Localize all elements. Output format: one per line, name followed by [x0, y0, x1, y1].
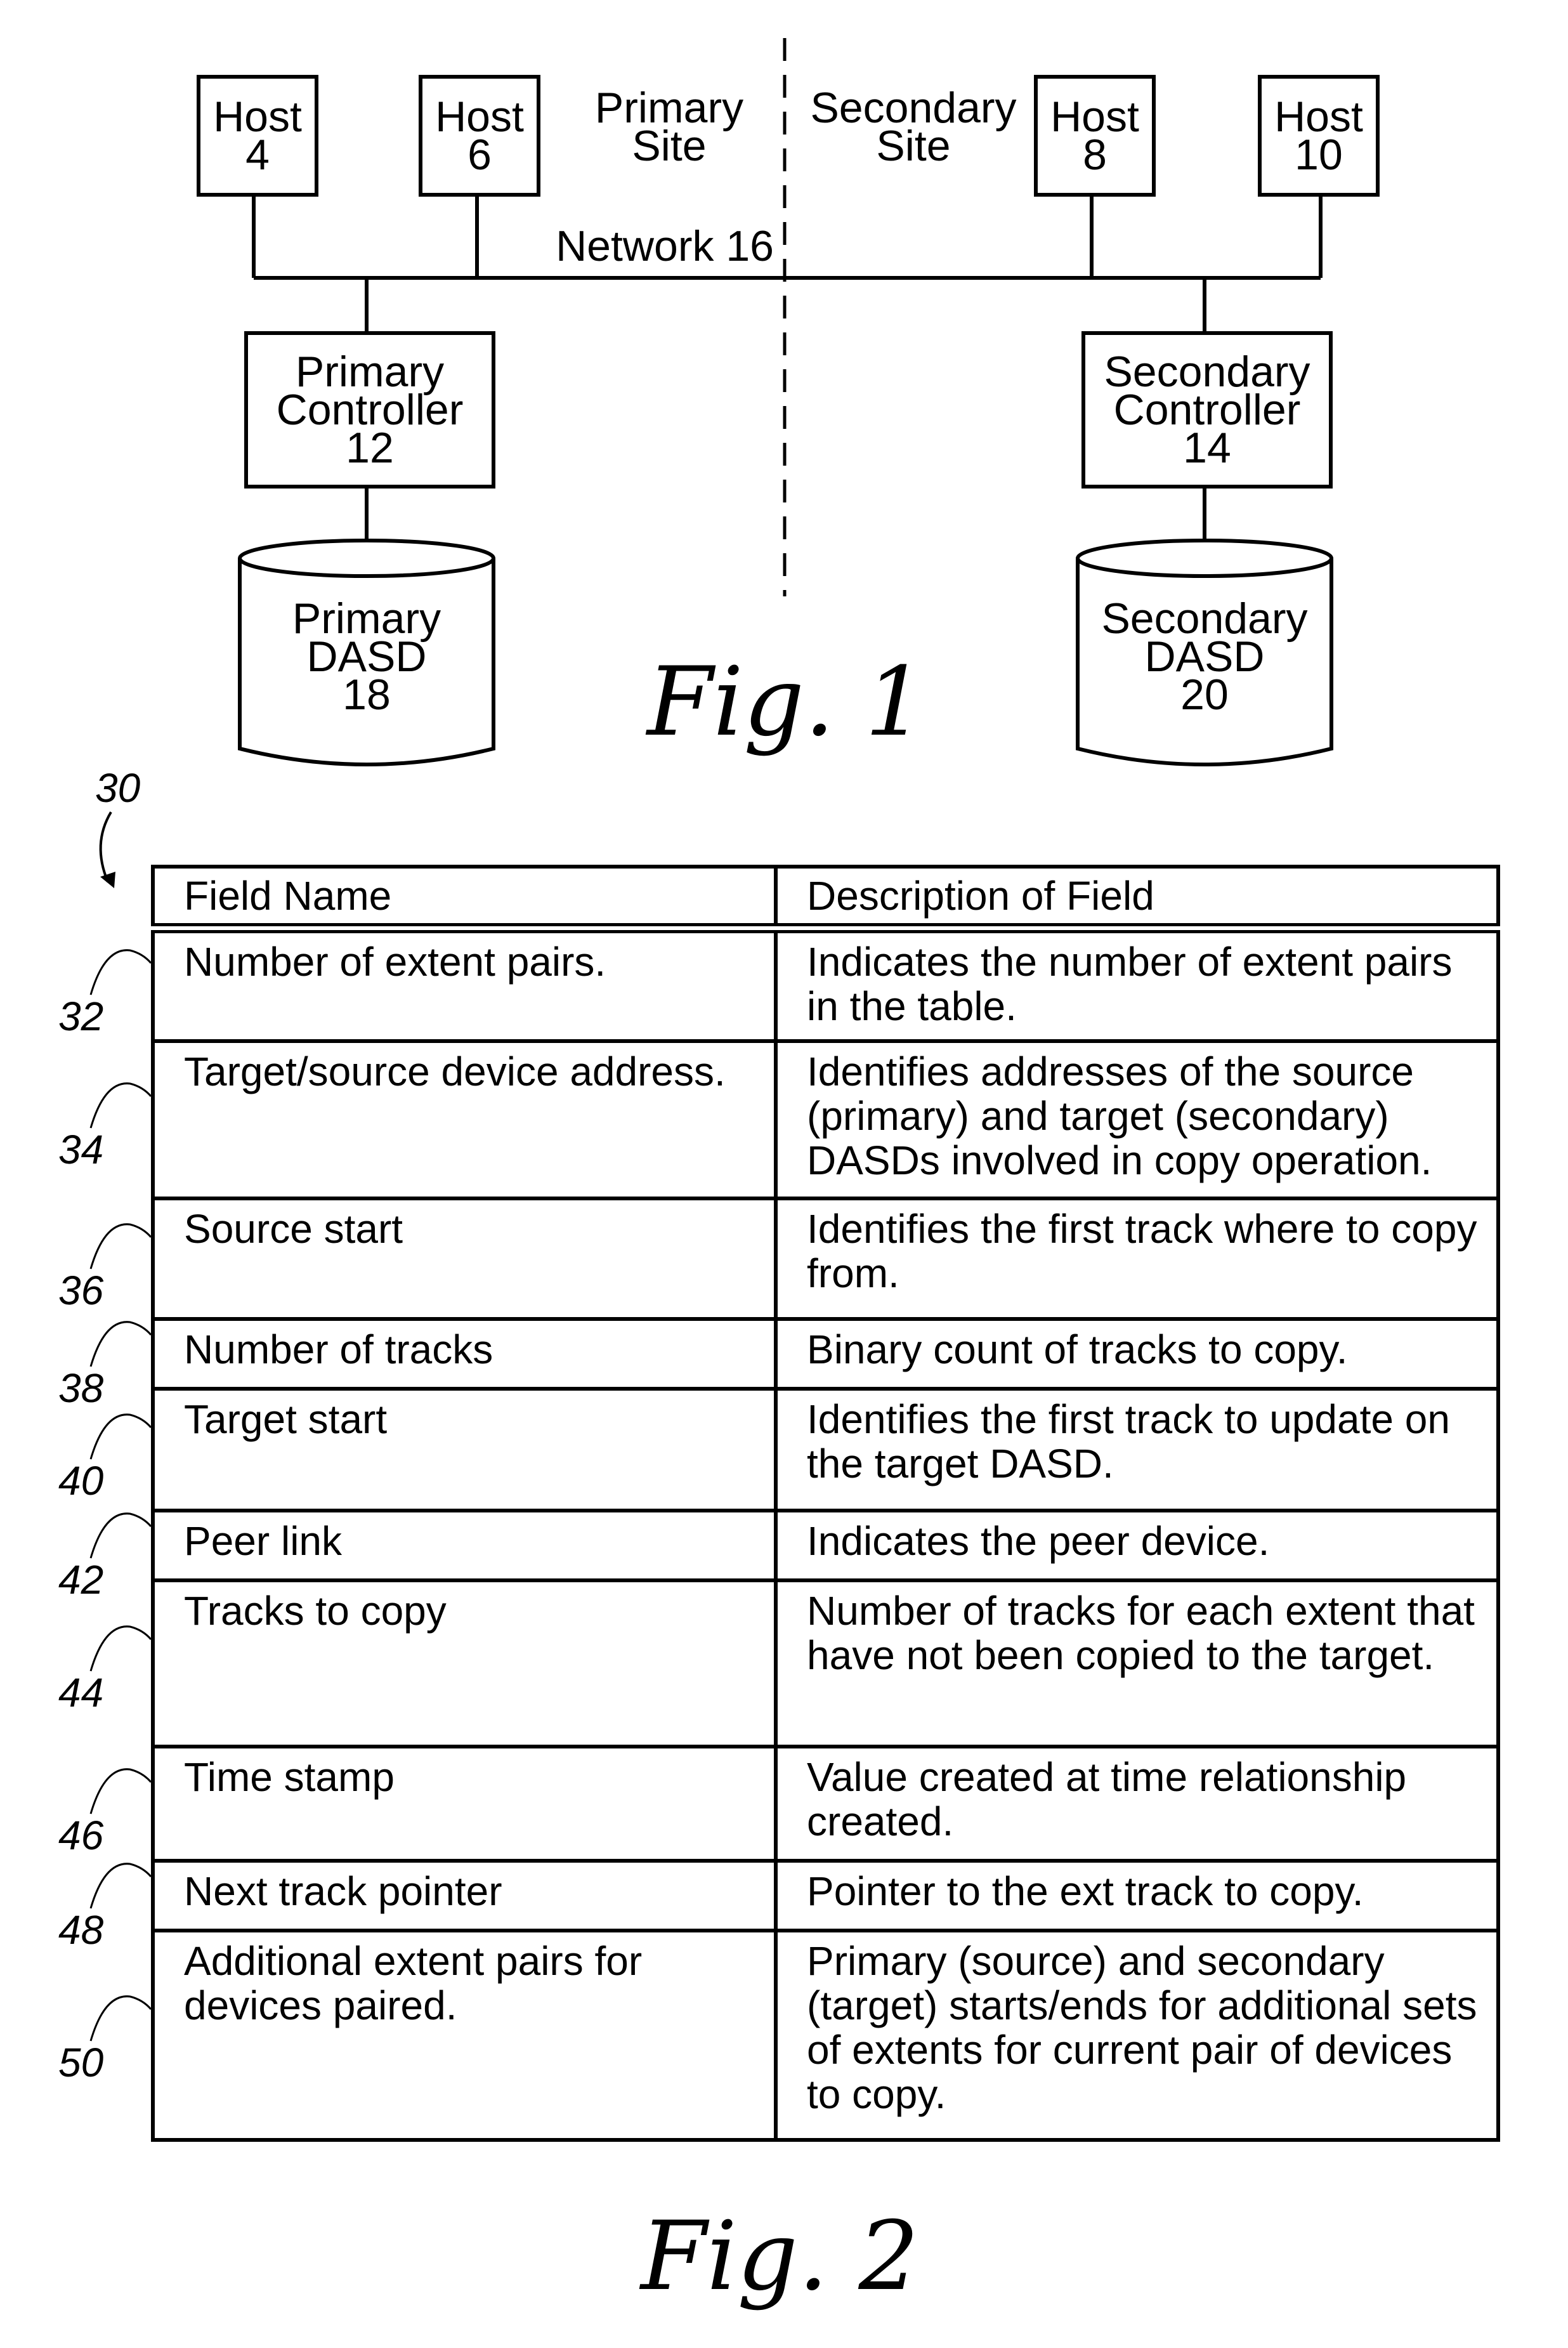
host-label: Host [435, 93, 524, 141]
figure-1-caption: Fig. 1 [647, 647, 925, 758]
dasd-label-line: Secondary [1101, 594, 1308, 643]
table-row: Time stamp Value created at time relation… [151, 1745, 1500, 1863]
row-reference-number: 40 [58, 1458, 104, 1504]
table-reference-arrow [99, 811, 115, 888]
host-label: Host [1050, 93, 1139, 141]
row-reference-number: 42 [58, 1556, 104, 1603]
row-reference-number: 36 [58, 1267, 104, 1313]
row-reference-number: 44 [58, 1669, 104, 1715]
site-label-line: Secondary [810, 84, 1017, 132]
controller-label-line: Secondary [1104, 348, 1310, 396]
site-label-line: Site [632, 122, 707, 170]
field-description-cell: Number of tracks for each extent that ha… [774, 1578, 1500, 1748]
secondary-controller-box: Secondary Controller 14 [1081, 331, 1333, 489]
table-row: Target/source device address. Identifies … [151, 1039, 1500, 1200]
dasd-label-line: Primary [292, 594, 441, 643]
field-name-cell: Next track pointer [151, 1859, 778, 1932]
primary-dasd-label: Primary DASD 18 [240, 594, 493, 719]
row-reference-number: 34 [58, 1126, 104, 1172]
field-description-cell: Indicates the peer device. [774, 1509, 1500, 1582]
table-row: Number of extent pairs. Indicates the num… [151, 926, 1500, 1043]
column-header-field-name: Field Name [151, 865, 778, 933]
controller-label-line: Controller [1113, 386, 1301, 434]
leader-line [89, 1768, 152, 1814]
primary-site-label: Primary Site [584, 84, 755, 170]
field-name-cell: Peer link [151, 1509, 778, 1582]
field-description-cell: Pointer to the ext track to copy. [774, 1859, 1500, 1932]
dasd-number: 20 [1180, 671, 1229, 719]
leader-line [89, 1512, 152, 1558]
field-name-cell: Time stamp [151, 1745, 778, 1863]
field-name-cell: Number of extent pairs. [151, 926, 778, 1043]
host-number: 6 [467, 131, 492, 179]
field-description-cell: Primary (source) and secondary (target) … [774, 1929, 1500, 2142]
table-row: Number of tracks Binary count of tracks t… [151, 1317, 1500, 1391]
secondary-dasd-label: Secondary DASD 20 [1078, 594, 1331, 719]
field-description-cell: Binary count of tracks to copy. [774, 1317, 1500, 1391]
row-reference-number: 50 [58, 2039, 104, 2085]
leader-line [89, 1082, 152, 1129]
field-name-cell: Additional extent pairs for devices pair… [151, 1929, 778, 2142]
row-reference-number: 48 [58, 1906, 104, 1953]
figure-2-caption: Fig. 2 [641, 2201, 919, 2312]
row-reference-number: 46 [58, 1813, 104, 1858]
controller-label-line: Controller [276, 386, 464, 434]
host-10-box: Host 10 [1258, 75, 1380, 197]
dasd-label-line: DASD [1144, 633, 1265, 681]
host-label: Host [1274, 93, 1363, 141]
field-name-cell: Number of tracks [151, 1317, 778, 1391]
secondary-site-label: Secondary Site [802, 84, 1024, 170]
host-6-box: Host 6 [419, 75, 540, 197]
column-header-description: Description of Field [774, 865, 1500, 933]
primary-controller-box: Primary Controller 12 [244, 331, 495, 489]
host-number: 8 [1083, 131, 1107, 179]
table-reference-number: 30 [95, 765, 141, 811]
host-4-box: Host 4 [197, 75, 318, 197]
leader-line [89, 1625, 152, 1672]
table-row: Peer link Indicates the peer device. [151, 1509, 1500, 1582]
leader-line [89, 1320, 152, 1367]
field-description-cell: Identifies addresses of the source (prim… [774, 1039, 1500, 1200]
table-row: Tracks to copy Number of tracks for each … [151, 1578, 1500, 1748]
controller-number: 14 [1183, 424, 1231, 472]
field-description-cell: Value created at time relationship creat… [774, 1745, 1500, 1863]
field-name-cell: Target start [151, 1387, 778, 1512]
field-description-cell: Identifies the first track to update on … [774, 1387, 1500, 1512]
table-row: Source start Identifies the first track w… [151, 1197, 1500, 1321]
row-reference-number: 38 [58, 1365, 104, 1411]
leader-line [89, 1413, 152, 1460]
dasd-label-line: DASD [306, 633, 427, 681]
site-label-line: Primary [594, 84, 744, 132]
field-table: Field Name Description of Field Number o… [151, 865, 1500, 2142]
row-reference-number: 32 [58, 994, 104, 1040]
leader-line [89, 1223, 152, 1269]
table-header-row: Field Name Description of Field [151, 865, 1500, 933]
host-number: 4 [245, 131, 270, 179]
leader-line [89, 1862, 152, 1908]
host-8-box: Host 8 [1034, 75, 1156, 197]
table-row: Next track pointer Pointer to the ext tra… [151, 1859, 1500, 1932]
table-row: Target start Identifies the first track t… [151, 1387, 1500, 1512]
host-label: Host [213, 93, 302, 141]
field-name-cell: Tracks to copy [151, 1578, 778, 1748]
controller-number: 12 [346, 424, 394, 472]
leader-line [89, 1995, 152, 2041]
field-description-cell: Identifies the first track where to copy… [774, 1197, 1500, 1321]
field-description-cell: Indicates the number of extent pairs in … [774, 926, 1500, 1043]
table-row: Additional extent pairs for devices pair… [151, 1929, 1500, 2142]
controller-label-line: Primary [295, 348, 445, 396]
field-name-cell: Target/source device address. [151, 1039, 778, 1200]
leader-line [89, 949, 152, 995]
network-label: Network 16 [556, 222, 774, 270]
site-label-line: Site [876, 122, 951, 170]
host-number: 10 [1295, 131, 1343, 179]
dasd-number: 18 [343, 671, 391, 719]
field-name-cell: Source start [151, 1197, 778, 1321]
